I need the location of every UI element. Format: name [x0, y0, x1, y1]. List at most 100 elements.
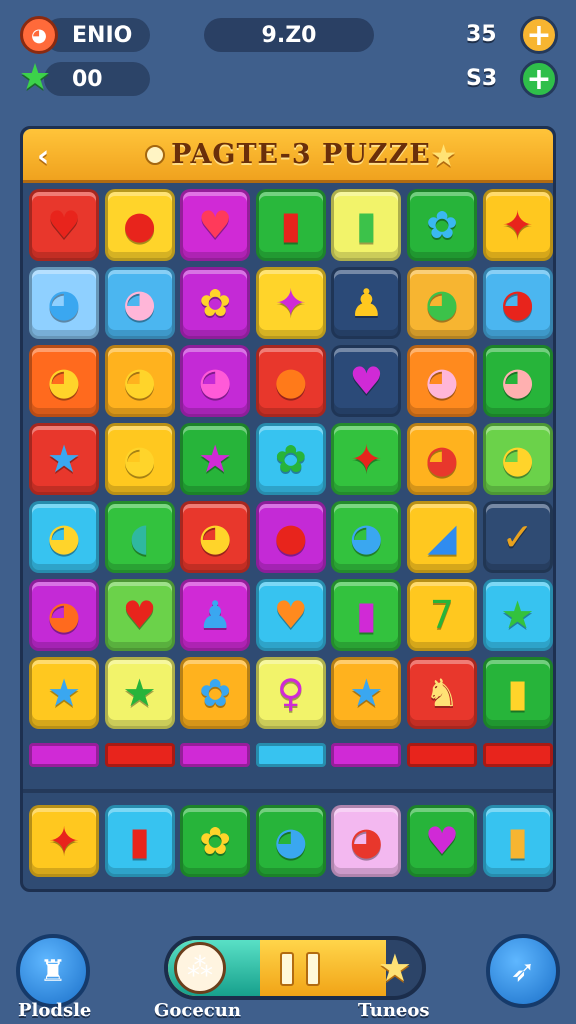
red-lion-icon: ◕ [425, 437, 459, 481]
pause-icon[interactable] [280, 952, 320, 986]
resource-2-value: S3 [466, 66, 498, 91]
tile[interactable]: ♀ [255, 657, 326, 729]
lion-icon: ◕ [123, 359, 157, 403]
tile[interactable]: ◕ [104, 423, 175, 495]
red-cat-icon: ◕ [501, 281, 535, 325]
tray-tile[interactable]: ◕ [255, 805, 326, 877]
orange-heart-icon: ♥ [273, 593, 308, 637]
tile[interactable]: ● [255, 501, 326, 573]
tile[interactable]: ◕ [180, 501, 251, 573]
tile[interactable]: ◕ [482, 423, 553, 495]
player-pill: ENIO [44, 18, 150, 52]
tile[interactable]: ◕ [104, 267, 175, 339]
tile[interactable]: ♥ [331, 345, 402, 417]
tray-tile[interactable]: ◕ [331, 805, 402, 877]
cat-heart-icon: ♥ [46, 203, 82, 247]
tile[interactable]: ◕ [331, 501, 402, 573]
player-name: ENIO [72, 22, 133, 48]
blue-figure-icon: ♟ [198, 593, 233, 637]
jar-icon: ▮ [507, 819, 529, 863]
tile[interactable]: ♥ [104, 579, 175, 651]
puzzle-title: PAGTE-3 PUZZE [171, 139, 431, 170]
tile[interactable]: ◕ [29, 267, 99, 339]
tile[interactable]: ◕ [407, 423, 477, 495]
tray-tile[interactable]: ✿ [180, 805, 251, 877]
resource-1-value: 35 [466, 22, 497, 47]
fox-avatar-icon[interactable]: ◕ [20, 16, 58, 54]
pencil-icon: ▮ [507, 671, 529, 715]
tile[interactable]: ▮ [255, 189, 326, 261]
tile[interactable]: ✦ [331, 423, 402, 495]
add-resource-2-button[interactable]: + [520, 60, 558, 98]
tile[interactable]: ◕ [180, 345, 251, 417]
tile[interactable]: ★ [331, 657, 402, 729]
green-blob-icon: ✿ [274, 437, 307, 481]
tile[interactable]: ◕ [29, 579, 99, 651]
yellow-cat-icon: ◕ [47, 359, 81, 403]
tile[interactable]: ◕ [482, 345, 553, 417]
tile[interactable]: ◕ [104, 345, 175, 417]
color-strip [255, 743, 326, 767]
star-icon: ★ [430, 139, 457, 174]
tile[interactable]: ✿ [180, 657, 251, 729]
stars-value: 00 [72, 66, 103, 92]
tile[interactable]: ▮ [331, 579, 402, 651]
tile[interactable]: 7 [407, 579, 477, 651]
yellow-cat-icon: ◕ [501, 437, 535, 481]
tray-tile[interactable]: ▮ [104, 805, 175, 877]
add-resource-1-button[interactable]: + [520, 16, 558, 54]
back-arrow-icon[interactable]: ‹ [37, 139, 49, 174]
tile[interactable]: ♥ [29, 189, 99, 261]
tray-tile[interactable]: ✦ [29, 805, 99, 877]
color-strip [482, 743, 553, 767]
tile[interactable]: ♟ [331, 267, 402, 339]
tile[interactable]: ✦ [482, 189, 553, 261]
lion-icon: ◕ [47, 515, 81, 559]
tomato-icon: ● [274, 515, 308, 559]
tray-divider [23, 789, 553, 793]
color-strip [104, 743, 175, 767]
tile[interactable]: ★ [104, 657, 175, 729]
progress-bar[interactable]: ⁂ ★ [164, 936, 426, 1000]
tile[interactable]: ✿ [180, 267, 251, 339]
tile[interactable]: ★ [29, 657, 99, 729]
marker-icon: ▮ [355, 203, 377, 247]
blue-cat-icon: ◕ [47, 281, 81, 325]
tile[interactable]: ◕ [482, 267, 553, 339]
tray-tile[interactable]: ▮ [482, 805, 553, 877]
tile[interactable]: ✿ [255, 423, 326, 495]
yellow-blob-icon: ✿ [199, 819, 232, 863]
butterfly-icon: ♥ [424, 819, 460, 863]
tile[interactable]: ▮ [482, 657, 553, 729]
tile[interactable]: ● [255, 345, 326, 417]
coin-icon [145, 144, 166, 165]
tile[interactable]: ◕ [407, 345, 477, 417]
tray-tile[interactable]: ♥ [407, 805, 477, 877]
tile[interactable]: ◕ [29, 345, 99, 417]
tile[interactable]: ◕ [407, 267, 477, 339]
yellow-blob-icon: ✿ [199, 281, 232, 325]
tile[interactable]: ★ [29, 423, 99, 495]
tile[interactable]: ▮ [331, 189, 402, 261]
tile[interactable]: ♞ [407, 657, 477, 729]
left-round-button[interactable]: ♜ [16, 934, 90, 1008]
tile[interactable]: ◕ [29, 501, 99, 573]
cross-icon: ✦ [274, 281, 307, 325]
tile[interactable]: ✦ [255, 267, 326, 339]
apple-icon: ● [123, 203, 157, 247]
tile[interactable]: ◖ [104, 501, 175, 573]
tile[interactable]: ★ [180, 423, 251, 495]
tile[interactable]: ★ [482, 579, 553, 651]
chess-knight-icon: ♞ [424, 671, 460, 715]
orange-cat-icon: ◕ [47, 593, 81, 637]
tile[interactable]: ✿ [407, 189, 477, 261]
tile[interactable]: ♥ [255, 579, 326, 651]
tile[interactable]: ◢ [407, 501, 477, 573]
tile[interactable]: ✓ [482, 501, 553, 573]
color-strip [407, 743, 477, 767]
tile[interactable]: ♟ [180, 579, 251, 651]
tile[interactable]: ● [104, 189, 175, 261]
tile[interactable]: ♥ [180, 189, 251, 261]
right-round-button[interactable]: ➶ [486, 934, 560, 1008]
cross-icon: ✦ [48, 819, 80, 863]
